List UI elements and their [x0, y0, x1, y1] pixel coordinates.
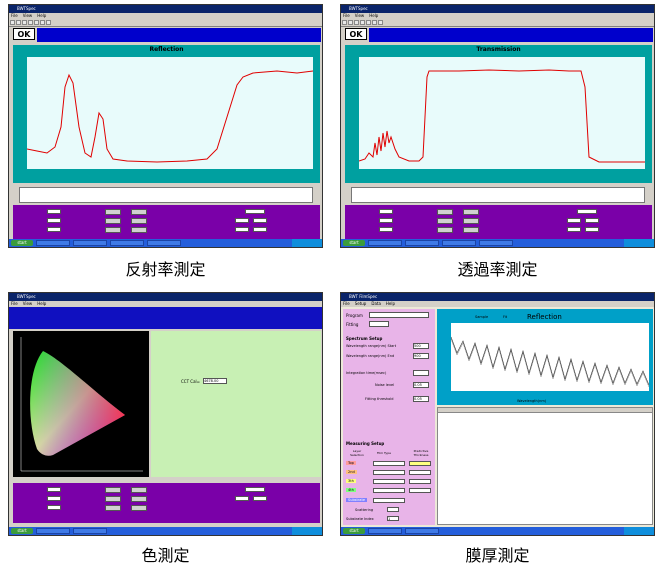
window-title: BWTSpec — [9, 293, 322, 301]
wl-end-input[interactable]: 900 — [413, 353, 429, 359]
measuring-setup-heading: Measuring Setup — [346, 441, 385, 446]
screenshot-film: BWT FilmSpec File Setup Data Help Program F… — [340, 292, 655, 536]
window-title: BWTSpec — [341, 5, 654, 13]
screenshot-transmission: BWTSpec File View Help OK Transmission sta… — [340, 4, 655, 248]
program-label: Program — [346, 313, 363, 318]
chart-title: Reflection — [527, 313, 562, 321]
substrate-index-input[interactable]: 1 — [387, 516, 399, 521]
film-chart-area: Reflection Sample Fit Wavelength(nm) — [437, 309, 653, 405]
screenshot-reflection: BWTSpec File View Help OK Reflection start — [8, 4, 323, 248]
caption-film: 膜厚測定 — [465, 546, 530, 565]
cie-diagram — [13, 331, 149, 477]
legend-sample: Sample — [475, 315, 489, 319]
control-panel — [345, 205, 652, 239]
toolbar — [9, 19, 322, 27]
toolbar — [341, 19, 654, 27]
plot-area — [358, 57, 645, 169]
chart-area: Reflection — [13, 45, 320, 183]
x-axis-label: Wavelength(nm) — [517, 399, 547, 403]
noise-input[interactable]: 0.05 — [413, 382, 429, 388]
wl-start-label: Wavelength range(nm) Start — [346, 344, 397, 348]
layer-3th[interactable]: 3th — [346, 479, 356, 483]
start-button[interactable]: start — [11, 528, 33, 534]
threshold-label: Fitting threshold — [365, 397, 394, 401]
ok-button[interactable]: OK — [345, 28, 367, 40]
spectral-range-strip — [369, 28, 653, 42]
color-settings-strip — [9, 307, 322, 329]
wl-end-label: Wavelength range(nm) End — [346, 354, 395, 358]
legend-fit: Fit — [503, 315, 508, 319]
layer-4th[interactable]: 4th — [346, 488, 356, 492]
start-button[interactable]: start — [343, 528, 365, 534]
fitting-label: Fitting — [346, 322, 359, 327]
window-title: BWTSpec — [9, 5, 322, 13]
caption-reflection: 反射率測定 — [125, 260, 206, 279]
screenshot-color: BWTSpec File View Help CCT Cal= 4678.00 … — [8, 292, 323, 536]
taskbar: start — [9, 527, 322, 535]
menu-bar: File Setup Data Help — [341, 301, 654, 307]
layer-2nd[interactable]: 2nd — [346, 470, 357, 474]
scattering-label: Scattering — [355, 508, 374, 512]
noise-label: Noise level — [375, 383, 395, 387]
transmission-curve — [358, 69, 645, 163]
taskbar: start — [341, 527, 654, 535]
plot-area — [450, 323, 650, 391]
results-table — [437, 407, 653, 525]
film-fit-curves — [450, 336, 650, 388]
integration-input[interactable] — [413, 370, 429, 376]
plot-area — [26, 57, 314, 169]
chart-title: Reflection — [149, 46, 184, 53]
substrate-index-label: Substrate Index — [346, 517, 374, 521]
reflection-curve — [26, 70, 314, 163]
spectrum-table — [19, 187, 313, 203]
cie-chromaticity — [20, 337, 143, 472]
chart-area: Transmission — [345, 45, 652, 183]
spectral-range-strip — [37, 28, 321, 42]
caption-color: 色測定 — [141, 546, 190, 565]
cct-value: 4678.00 — [203, 378, 227, 384]
control-panel — [13, 483, 320, 523]
control-panel — [13, 205, 320, 239]
wl-start-input[interactable]: 500 — [413, 343, 429, 349]
window-title: BWT FilmSpec — [341, 293, 654, 301]
threshold-input[interactable]: 0.05 — [413, 396, 429, 402]
fitting-field[interactable] — [369, 321, 389, 327]
caption-transmission: 透過率測定 — [457, 260, 538, 279]
color-values-panel: CCT Cal= 4678.00 — [151, 331, 321, 477]
spectrum-table — [351, 187, 645, 203]
start-button[interactable]: start — [11, 240, 33, 246]
substrate-label: Substrate — [346, 498, 367, 502]
settings-panel: Program Fitting Spectrum Setup Wavelengt… — [343, 309, 435, 525]
predictive-header: Predictive Thickness — [413, 449, 429, 457]
integration-label: Integration time(msec) — [346, 371, 387, 375]
taskbar: start — [9, 239, 322, 247]
layer-top[interactable]: Top — [346, 461, 356, 465]
spectrum-setup-heading: Spectrum Setup — [346, 336, 383, 341]
cct-label: CCT Cal= — [181, 379, 201, 384]
taskbar: start — [341, 239, 654, 247]
chart-title: Transmission — [476, 46, 521, 53]
program-select[interactable] — [369, 312, 429, 318]
ok-button[interactable]: OK — [13, 28, 35, 40]
start-button[interactable]: start — [343, 240, 365, 246]
layer-header: Layer Selection — [350, 449, 364, 457]
film-type-header: Film Type — [377, 451, 391, 455]
